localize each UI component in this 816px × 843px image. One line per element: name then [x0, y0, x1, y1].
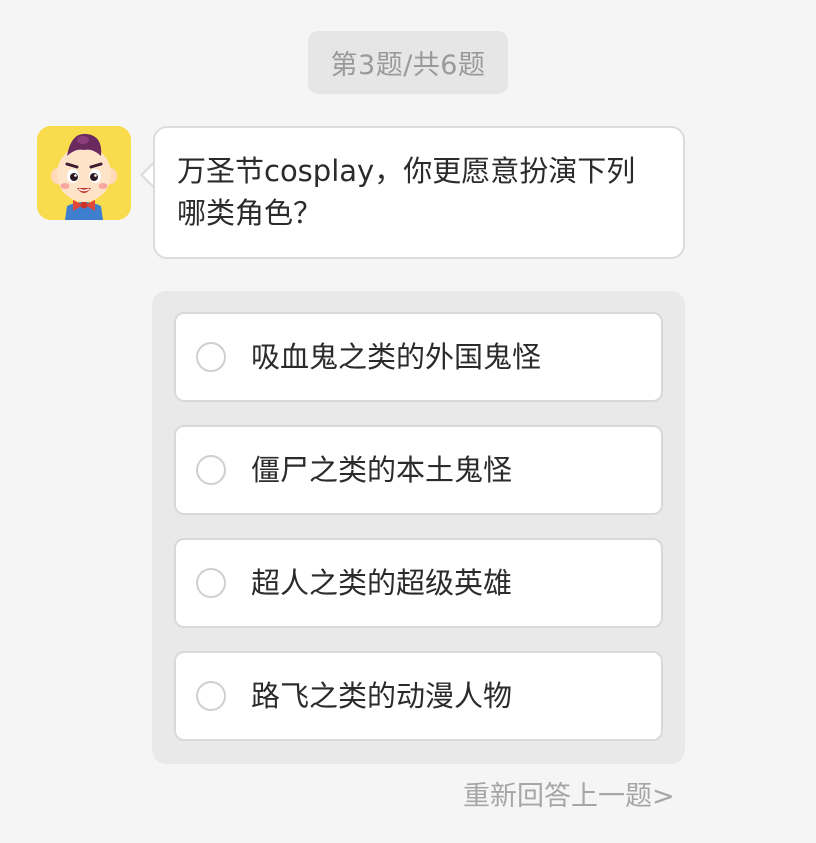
option-label: 吸血鬼之类的外国鬼怪: [251, 340, 542, 374]
redo-previous-question-link[interactable]: 重新回答上一题>: [463, 777, 675, 817]
question-bubble: 万圣节cosplay，你更愿意扮演下列 哪类角色？: [153, 126, 685, 259]
option-label: 僵尸之类的本土鬼怪: [251, 453, 513, 487]
radio-circle-icon[interactable]: [196, 455, 226, 485]
radio-circle-icon[interactable]: [196, 568, 226, 598]
question-text-line-1: 万圣节cosplay，你更愿意扮演下列: [177, 154, 636, 188]
option-label: 超人之类的超级英雄: [251, 566, 513, 600]
question-progress-badge: 第3题/共6题: [308, 31, 508, 94]
answer-options-panel: 吸血鬼之类的外国鬼怪 僵尸之类的本土鬼怪 超人之类的超级英雄 路飞之类的动漫人物: [152, 291, 685, 764]
option-2[interactable]: 僵尸之类的本土鬼怪: [174, 425, 663, 515]
assistant-avatar: [37, 126, 131, 220]
radio-circle-icon[interactable]: [196, 681, 226, 711]
option-1[interactable]: 吸血鬼之类的外国鬼怪: [174, 312, 663, 402]
option-label: 路飞之类的动漫人物: [251, 679, 513, 713]
cartoon-boy-avatar-icon: [37, 126, 131, 220]
option-4[interactable]: 路飞之类的动漫人物: [174, 651, 663, 741]
option-3[interactable]: 超人之类的超级英雄: [174, 538, 663, 628]
radio-circle-icon[interactable]: [196, 342, 226, 372]
question-text-line-2: 哪类角色？: [177, 196, 323, 230]
